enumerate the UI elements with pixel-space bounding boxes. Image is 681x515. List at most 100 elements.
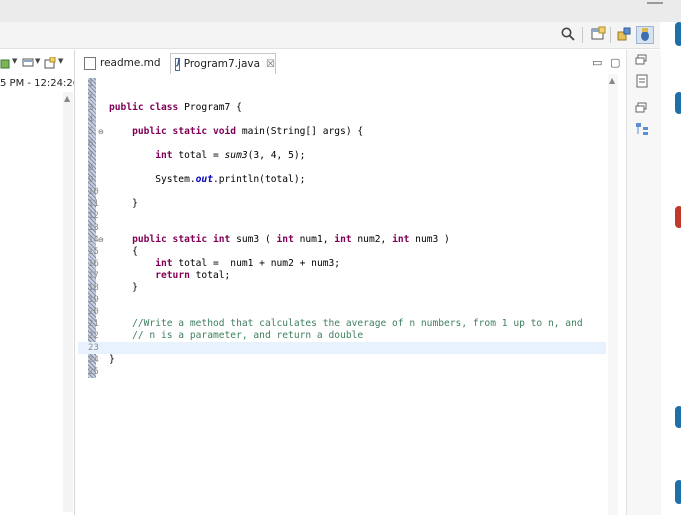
side-marker[interactable] <box>675 480 681 504</box>
restore-icon[interactable] <box>635 102 649 114</box>
maximize-icon[interactable]: ▢ <box>610 56 620 69</box>
open-perspective-icon[interactable] <box>590 26 606 42</box>
left-panel-toolbar: ▼ ▼ ▼ <box>0 56 74 72</box>
line-number: 16 <box>88 259 99 269</box>
code-line[interactable]: 20 <box>78 306 606 318</box>
hierarchy-icon[interactable] <box>635 122 649 136</box>
code-line[interactable]: 1 <box>78 78 606 90</box>
code-token: System. <box>109 174 196 185</box>
code-token: return <box>155 270 190 281</box>
toolbar-separator <box>610 27 611 43</box>
tab-readme[interactable]: readme.md <box>84 53 161 73</box>
code-line[interactable]: 7 int total = sum3(3, 4, 5); <box>78 150 606 162</box>
code-line[interactable]: 17 return total; <box>78 270 606 282</box>
line-number: 4 <box>88 115 94 125</box>
code-token: int <box>276 234 294 245</box>
code-line[interactable]: 12 <box>78 210 606 222</box>
code-token: { <box>109 246 138 257</box>
tab-program7[interactable]: J Program7.java ☒ <box>170 53 276 74</box>
code-token: int <box>334 234 352 245</box>
line-number: 25 <box>88 367 99 377</box>
scroll-up-arrow-icon[interactable]: ▲ <box>64 94 70 103</box>
code-line[interactable]: 15 { <box>78 246 606 258</box>
line-number: 11 <box>88 199 99 209</box>
code-editor[interactable]: 1 2 3 public class Program7 {4 5 ⊖ public sta… <box>78 74 618 515</box>
code-line[interactable]: 18 } <box>78 282 606 294</box>
minimize-icon[interactable]: ▭ <box>592 56 602 69</box>
code-token: Program7 { <box>178 102 242 113</box>
text-file-icon <box>84 56 96 70</box>
perspective-java-icon[interactable] <box>616 26 632 42</box>
code-text: } <box>109 198 138 210</box>
side-marker[interactable] <box>675 92 681 114</box>
side-marker[interactable] <box>675 22 681 46</box>
line-number: 21 <box>88 319 99 329</box>
code-line[interactable]: 10 <box>78 186 606 198</box>
new-window-icon[interactable] <box>44 57 56 69</box>
code-token: int <box>392 234 410 245</box>
side-marker-alert[interactable] <box>675 206 681 228</box>
perspective-debug-icon[interactable] <box>636 26 654 44</box>
code-line[interactable]: 21 //Write a method that calculates the … <box>78 318 606 330</box>
fold-toggle-icon[interactable]: ⊖ <box>98 234 104 246</box>
line-number: 1 <box>88 79 94 89</box>
code-line[interactable]: 6 <box>78 138 606 150</box>
code-text: public class Program7 { <box>109 102 242 114</box>
editor-scrollbar[interactable]: ▲ <box>608 74 618 515</box>
side-marker[interactable] <box>675 406 681 428</box>
code-token: num3 ) <box>409 234 450 245</box>
code-text: return total; <box>109 270 230 282</box>
code-text: //Write a method that calculates the ave… <box>109 318 583 330</box>
left-panel-scrollbar[interactable]: ▲ <box>63 92 73 512</box>
code-line[interactable]: 2 <box>78 90 606 102</box>
code-text: { <box>109 246 138 258</box>
code-text: int total = sum3(3, 4, 5); <box>109 150 305 162</box>
code-line[interactable]: 13 <box>78 222 606 234</box>
code-token: } <box>109 198 138 209</box>
display-icon[interactable] <box>22 57 34 69</box>
code-line[interactable]: 16 int total = num1 + num2 + num3; <box>78 258 606 270</box>
scroll-up-arrow-icon[interactable]: ▲ <box>609 76 615 85</box>
code-line[interactable]: 4 <box>78 114 606 126</box>
line-number: 13 <box>88 223 99 233</box>
outline-view-icon[interactable] <box>635 74 649 88</box>
code-token: out <box>195 174 213 185</box>
code-line[interactable]: 23 <box>78 342 606 354</box>
code-token: num2, <box>351 234 393 245</box>
dropdown-icon[interactable]: ▼ <box>12 57 17 65</box>
code-line[interactable]: 24} <box>78 354 606 366</box>
code-line[interactable]: 3 public class Program7 { <box>78 102 606 114</box>
code-token: } <box>109 354 115 365</box>
code-token: sum3 <box>224 150 248 161</box>
code-token: public static void <box>132 126 237 137</box>
toolbar-separator <box>582 27 583 43</box>
code-line[interactable]: 22 // n is a parameter, and return a dou… <box>78 330 606 342</box>
code-token: //Write a method that calculates the ave… <box>109 318 583 329</box>
restore-icon[interactable] <box>635 54 649 66</box>
new-icon[interactable] <box>0 57 12 69</box>
code-token: sum3 ( <box>230 234 277 245</box>
line-number: 8 <box>88 163 94 173</box>
code-token: public static int <box>132 234 231 245</box>
fold-toggle-icon[interactable]: ⊖ <box>98 126 104 138</box>
code-token: (3, 4, 5); <box>247 150 306 161</box>
code-token: main(String[] args) { <box>236 126 364 137</box>
line-number: 18 <box>88 283 99 293</box>
code-line[interactable]: 9 System.out.println(total); <box>78 174 606 186</box>
code-line[interactable]: 25 <box>78 366 606 378</box>
code-line[interactable]: 11 } <box>78 198 606 210</box>
code-line[interactable]: 14 ⊖ public static int sum3 ( int num1, i… <box>78 234 606 246</box>
code-line[interactable]: 19 <box>78 294 606 306</box>
line-number: 9 <box>88 175 94 185</box>
close-tab-icon[interactable]: ☒ <box>266 59 275 70</box>
search-icon[interactable] <box>560 26 576 42</box>
dropdown-icon[interactable]: ▼ <box>35 57 40 65</box>
minimize-dash-icon[interactable] <box>647 2 663 4</box>
code-line[interactable]: 5 ⊖ public static void main(String[] args… <box>78 126 606 138</box>
dropdown-icon[interactable]: ▼ <box>58 57 63 65</box>
code-line[interactable]: 8 <box>78 162 606 174</box>
